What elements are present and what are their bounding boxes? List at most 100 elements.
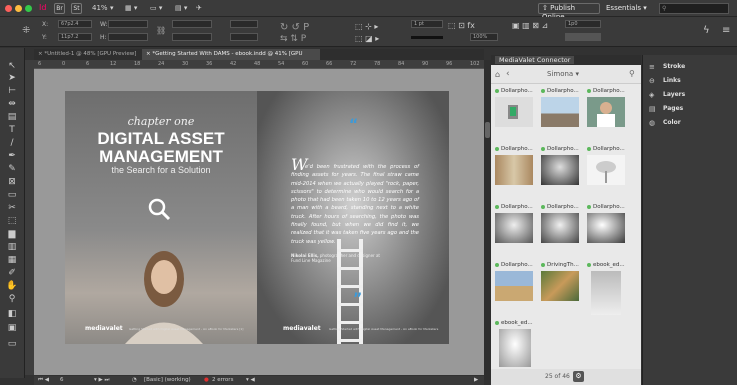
rotate-icon[interactable]: ↻ ↺ P: [280, 22, 309, 33]
menu-icon[interactable]: ≡: [722, 25, 730, 36]
search-input[interactable]: ⚲: [659, 3, 729, 14]
swatch-field[interactable]: [565, 33, 601, 41]
page-tool-icon[interactable]: ⊢: [6, 85, 18, 97]
note-tool-icon[interactable]: ▦: [6, 254, 18, 266]
asset-item[interactable]: Dollarpho...: [541, 146, 581, 196]
gradient-tool-icon[interactable]: ▆: [6, 228, 18, 240]
gpu-icon[interactable]: ✈: [196, 4, 202, 12]
asset-item[interactable]: Dollarpho...: [587, 146, 627, 196]
stroke-type-swatch[interactable]: [411, 36, 443, 39]
close-quote-mark: ”: [353, 291, 363, 307]
folder-selector[interactable]: Simona ▾: [547, 70, 579, 78]
shear-field[interactable]: [230, 33, 258, 41]
asset-item[interactable]: Dollarpho...: [587, 204, 627, 254]
left-page[interactable]: chapter one DIGITAL ASSET MANAGEMENT the…: [65, 91, 257, 344]
fx-icon[interactable]: ⬚ ⊡ fx: [448, 21, 475, 30]
bridge-button[interactable]: Br: [54, 3, 65, 14]
quick-apply-icon[interactable]: ϟ: [703, 25, 710, 36]
asset-item[interactable]: Dollarpho...: [587, 88, 627, 138]
pages-panel-label[interactable]: Pages: [663, 105, 683, 112]
scale-y-field[interactable]: [172, 33, 212, 41]
zoom-tool-icon[interactable]: ⚲: [6, 293, 18, 305]
layers-panel-label[interactable]: Layers: [663, 91, 685, 98]
select-container-icon[interactable]: ⬚ ⊹ ▸: [355, 22, 378, 31]
asset-item[interactable]: ebook_ed...: [495, 320, 535, 367]
line-tool-icon[interactable]: /: [6, 137, 18, 149]
preflight-menu-icon[interactable]: ▾ ◀: [246, 377, 255, 383]
stroke-panel-label[interactable]: Stroke: [663, 63, 685, 70]
asset-item[interactable]: DrivingTh...: [541, 262, 581, 312]
tab-ebook[interactable]: × *Getting Started With DAMS - ebook.ind…: [142, 49, 320, 68]
zoom-dropdown-icon[interactable]: ▾: [110, 4, 114, 12]
asset-item[interactable]: Dollarpho...: [495, 204, 535, 254]
x-field[interactable]: 67p2.4: [58, 20, 92, 28]
hand-tool-icon[interactable]: ✋: [6, 280, 18, 292]
home-icon[interactable]: ⌂: [495, 70, 500, 79]
opacity-field[interactable]: 100%: [470, 33, 498, 41]
vertical-scrollbar[interactable]: [484, 60, 491, 380]
direct-selection-icon[interactable]: ➤: [6, 72, 18, 84]
stock-button[interactable]: St: [71, 3, 82, 14]
h-field[interactable]: [108, 33, 148, 41]
gradient-feather-icon[interactable]: ▥: [6, 241, 18, 253]
vertical-ruler[interactable]: [25, 60, 34, 375]
asset-item[interactable]: Dollarpho...: [541, 88, 581, 138]
back-icon[interactable]: ‹: [506, 69, 510, 79]
horizontal-ruler[interactable]: 6 0 6 12 18 24 30 36 42 48 54 60 66 72 78 84 90 96 102: [34, 60, 484, 69]
links-panel-label[interactable]: Links: [663, 77, 681, 84]
panel-title[interactable]: MediaValet Connector: [495, 56, 575, 64]
preflight-profile-icon[interactable]: ◔: [132, 377, 137, 383]
fill-icon[interactable]: ⬚ ◪ ▸: [355, 34, 379, 43]
scroll-thumb[interactable]: [485, 122, 490, 138]
scissors-tool-icon[interactable]: ✂: [6, 202, 18, 214]
rotate-field[interactable]: [230, 20, 258, 28]
arrange-docs-icon[interactable]: ▤ ▾: [175, 4, 187, 12]
size-field[interactable]: 1p0: [565, 20, 601, 28]
asset-item[interactable]: Dollarpho...: [495, 88, 535, 138]
content-collector-icon[interactable]: ▤: [6, 111, 18, 123]
scale-x-field[interactable]: [172, 20, 212, 28]
transform-tool-icon[interactable]: ⬚: [6, 215, 18, 227]
pencil-tool-icon[interactable]: ✎: [6, 163, 18, 175]
gap-tool-icon[interactable]: ⇹: [6, 98, 18, 110]
view-options-icon[interactable]: ▦ ▾: [125, 4, 137, 12]
y-field[interactable]: 11p7.2: [58, 33, 92, 41]
panel-search-icon[interactable]: ⚲: [629, 69, 635, 78]
zoom-level[interactable]: 41%: [92, 4, 108, 12]
asset-item[interactable]: Dollarpho...: [495, 262, 535, 312]
asset-item[interactable]: ebook_ed...: [587, 262, 627, 322]
tab-untitled[interactable]: × *Untitled-1 @ 48% [GPU Preview]: [34, 49, 142, 60]
minimize-window-button[interactable]: [15, 5, 22, 12]
selection-tool-icon[interactable]: ↖: [6, 60, 18, 72]
screen-mode-icon[interactable]: ▭ ▾: [150, 4, 162, 12]
eyedropper-tool-icon[interactable]: ✐: [6, 267, 18, 279]
right-page[interactable]: “ W e'd been frustrated with the process…: [257, 91, 449, 344]
screen-mode-tool-icon[interactable]: ▭: [6, 338, 18, 350]
first-page-icon[interactable]: ⏮ ◀: [38, 377, 49, 384]
next-page-icon[interactable]: ▾ ▶ ⏭: [94, 377, 109, 384]
publish-online-button[interactable]: ⇧ Publish Online: [538, 3, 600, 21]
workspace-switcher[interactable]: Essentials ▾: [606, 4, 647, 12]
asset-item[interactable]: Dollarpho...: [541, 204, 581, 254]
preflight-profile[interactable]: [Basic] (working): [144, 377, 191, 383]
zoom-window-button[interactable]: [25, 5, 32, 12]
default-colors-icon[interactable]: ◧: [6, 308, 18, 320]
error-count[interactable]: 2 errors: [212, 377, 233, 383]
wrap-icon[interactable]: ▣ ▥ ⊠ ⊿: [512, 21, 548, 30]
flip-icon[interactable]: ⇆ ⇅ P: [280, 34, 306, 44]
type-tool-icon[interactable]: T: [6, 124, 18, 136]
rectangle-tool-icon[interactable]: ▭: [6, 189, 18, 201]
scroll-right-icon[interactable]: ▶: [474, 377, 478, 383]
close-window-button[interactable]: [5, 5, 12, 12]
constrain-icon[interactable]: ⛓: [156, 26, 166, 35]
pen-tool-icon[interactable]: ✒: [6, 150, 18, 162]
fill-stroke-swatch-icon[interactable]: ▣: [6, 322, 18, 334]
page-number-field[interactable]: 6: [60, 377, 64, 383]
asset-item[interactable]: Dollarpho...: [495, 146, 535, 196]
frame-tool-icon[interactable]: ⊠: [6, 176, 18, 188]
settings-gear-icon[interactable]: ⚙: [573, 371, 584, 382]
reference-point-icon[interactable]: ⁜: [22, 25, 30, 36]
color-panel-label[interactable]: Color: [663, 119, 681, 126]
w-field[interactable]: [108, 20, 148, 28]
stroke-weight-field[interactable]: 1 pt: [411, 20, 443, 28]
